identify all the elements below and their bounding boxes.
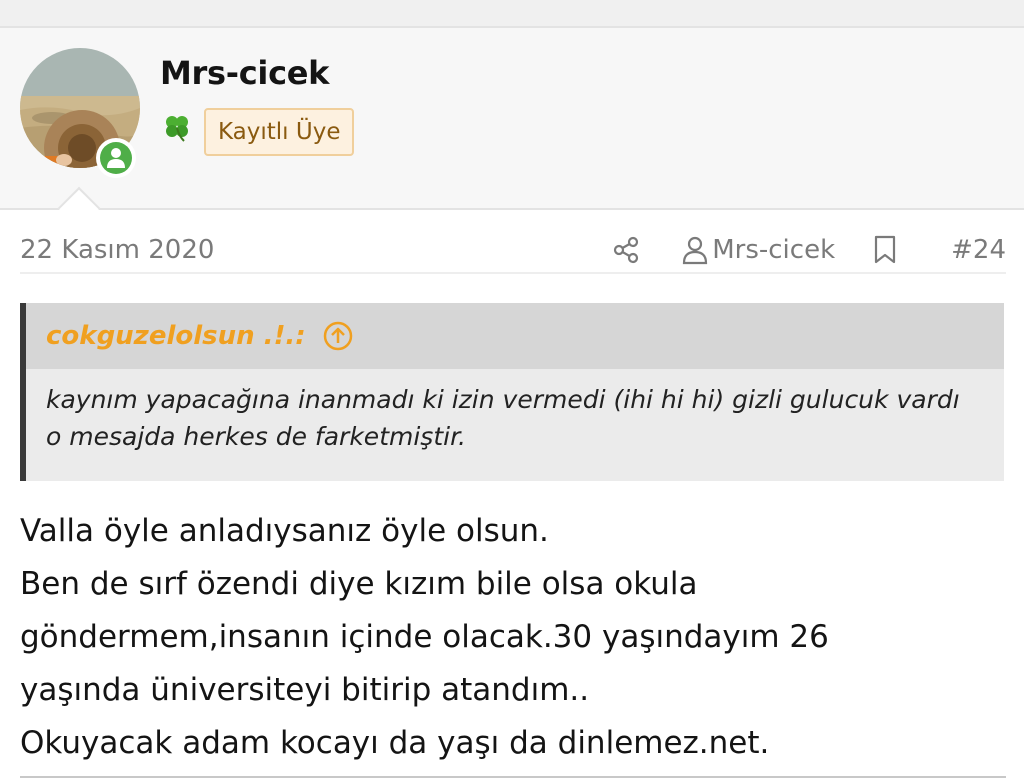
quote-author[interactable]: cokguzelolsun .!.: xyxy=(46,321,306,351)
user-icon xyxy=(683,236,708,265)
post-meta-bar: 22 Kasım 2020 Mrs-cicek #24 xyxy=(20,228,1006,274)
message-line: göndermem,insanın içinde olacak.30 yaşın… xyxy=(20,619,829,655)
avatar[interactable] xyxy=(20,48,142,178)
message-line: Valla öyle anladıysanız öyle olsun. xyxy=(20,513,549,549)
message-line: Okuyacak adam kocayı da yaşı da dinlemez… xyxy=(20,725,770,761)
post-message: Valla öyle anladıysanız öyle olsun. Ben … xyxy=(20,505,1010,770)
post-date[interactable]: 22 Kasım 2020 xyxy=(20,235,612,265)
post-author-name[interactable]: Mrs-cicek xyxy=(160,54,329,92)
post-number[interactable]: #24 xyxy=(951,235,1006,265)
divider xyxy=(20,776,1006,778)
clover-icon xyxy=(162,112,192,142)
quote-block: cokguzelolsun .!.: kaynım yapacağına ina… xyxy=(20,303,1004,481)
author-link-text[interactable]: Mrs-cicek xyxy=(712,235,835,265)
online-status xyxy=(96,138,136,178)
top-strip xyxy=(0,0,1024,28)
online-user-icon xyxy=(107,148,125,168)
arrow-up-circle-icon[interactable] xyxy=(322,320,354,352)
role-badge: Kayıtlı Üye xyxy=(204,108,355,156)
share-icon[interactable] xyxy=(612,236,640,264)
message-line: yaşında üniversiteyi bitirip atandım.. xyxy=(20,672,590,708)
message-line: Ben de sırf özendi diye kızım bile olsa … xyxy=(20,566,698,602)
quote-body: kaynım yapacağına inanmadı ki izin verme… xyxy=(46,385,960,451)
quote-header: cokguzelolsun .!.: xyxy=(26,303,1004,369)
bookmark-icon[interactable] xyxy=(873,235,897,265)
post-author-link[interactable]: Mrs-cicek xyxy=(680,235,835,265)
post-header: Mrs-cicek Kayıtlı Üye xyxy=(0,28,1024,210)
